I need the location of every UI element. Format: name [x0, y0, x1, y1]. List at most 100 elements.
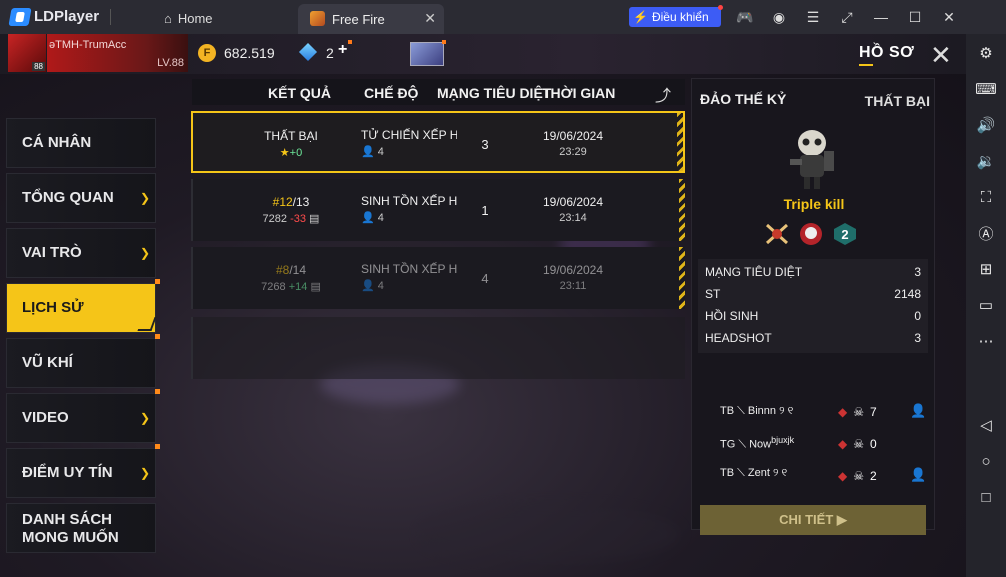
star-icon: ★ [279, 147, 290, 159]
avatar-level: 88 [32, 62, 45, 71]
match-stats: MẠNG TIÊU DIỆT 3 ST 2148 HỒI SINH 0 HEADSHO… [698, 259, 928, 353]
home-nav-icon[interactable]: ○ [975, 450, 997, 472]
match-total: /14 [289, 263, 307, 277]
menu-item-label: VAI TRÒ [22, 244, 82, 261]
close-window-icon[interactable]: ✕ [938, 6, 960, 28]
add-friend-icon[interactable]: 👤 [910, 467, 926, 483]
teammate-name[interactable]: TB ⟍ Binnn ୨ ୧ [720, 405, 793, 418]
display-icon[interactable]: ▭ [975, 294, 997, 316]
player-count: 4 [377, 280, 384, 292]
notification-dot [155, 389, 160, 394]
resize-icon[interactable]: ⤢ [836, 6, 858, 28]
stat-value: 2148 [894, 287, 921, 301]
crossed-guns-badge-icon [765, 223, 789, 245]
match-mode: SINH TỒN XẾP HẠ [361, 262, 457, 276]
player-banner[interactable]: əTMH-TrumAcc LV.88 [47, 34, 188, 72]
keyboard-icon[interactable]: ⌨ [975, 78, 997, 100]
match-time: 23:11 [559, 280, 587, 292]
tab-home-label: Home [177, 10, 213, 26]
rank-score: 7282 [262, 213, 288, 225]
control-button[interactable]: ⚡ Điều khiển [629, 5, 723, 27]
volume-up-icon[interactable]: 🔊 [975, 114, 997, 136]
teammate-name[interactable]: TG ⟍ Nowbjuxjk [720, 435, 794, 452]
control-label: Điều khiển [651, 10, 709, 24]
membership-card-icon[interactable] [410, 40, 446, 66]
notification-dot [718, 5, 723, 10]
menu-item-diem-uy-tin[interactable]: ĐIỂM UY TÍN ❯ [6, 444, 160, 498]
detail-icon: ▤ [309, 213, 320, 225]
detail-button[interactable]: CHI TIẾT ▶ [700, 505, 926, 535]
teammate-tag: TG [720, 438, 736, 451]
recent-apps-icon[interactable]: □ [975, 486, 997, 508]
menu-item-label: TỔNG QUAN [22, 189, 114, 206]
add-window-icon[interactable]: ⊞ [975, 258, 997, 280]
table-row[interactable]: THẤT BẠI ★+0 TỬ CHIẾN XẾP HẠ 👤 4 3 19/06… [191, 111, 685, 173]
teammate-nick: Now [749, 438, 772, 451]
rank-delta: +0 [289, 147, 303, 159]
app-brand: LDPlayer [34, 8, 100, 25]
more-icon[interactable]: ⋯ [975, 330, 997, 352]
avatar[interactable]: 88 [8, 34, 46, 72]
menu-item-video[interactable]: VIDEO ❯ [6, 389, 160, 443]
hazard-stripe [679, 247, 685, 309]
menu-icon[interactable]: ☰ [802, 6, 824, 28]
match-date: 19/06/2024 [542, 129, 604, 143]
match-rank: #12 [272, 195, 293, 209]
rank-icon: ◆ [838, 405, 848, 419]
menu-item-tong-quan[interactable]: TỔNG QUAN ❯ [6, 173, 156, 223]
match-time: 23:29 [559, 146, 587, 158]
teammate-name[interactable]: TB ⟍ Zent ୨ ୧ [720, 467, 787, 480]
double-kill-badge-icon: 2 [834, 223, 856, 245]
auto-icon[interactable]: Ⓐ [975, 222, 997, 244]
history-table-header: KẾT QUẢ CHẾ ĐỘ MẠNG TIÊU DIỆT THỜI GIAN … [192, 79, 685, 105]
gold-coin-icon: F [198, 44, 216, 62]
tab-home[interactable]: ⌂ Home [164, 5, 213, 31]
ldplayer-logo-icon [8, 8, 32, 26]
gamepad-icon[interactable]: 🎮 [734, 6, 756, 28]
page-title: HỒ SƠ [859, 44, 915, 66]
add-friend-icon[interactable]: 👤 [910, 403, 926, 419]
menu-item-danh-sach-mong-muon[interactable]: DANH SÁCH MONG MUỐN [6, 503, 156, 553]
screenshot-icon[interactable]: ⛶ [975, 186, 997, 208]
close-icon[interactable]: ✕ [930, 40, 952, 71]
share-icon[interactable]: ⤴ [655, 82, 677, 105]
menu-item-vu-khi[interactable]: VŨ KHÍ [6, 334, 160, 388]
menu-item-ca-nhan[interactable]: CÁ NHÂN [6, 118, 156, 168]
account-icon[interactable]: ◉ [768, 6, 790, 28]
rank-icon: ◆ [838, 469, 848, 483]
kill-count: 1 [481, 203, 489, 218]
game-screen: 88 əTMH-TrumAcc LV.88 F 682.519 2 + HỒ S… [0, 34, 966, 577]
teammate-kills: 7 [870, 405, 877, 419]
map-name: ĐẢO THẾ KỶ [700, 91, 787, 107]
stat-label: ST [705, 287, 721, 301]
skull-icon: ☠ [853, 405, 864, 419]
teammate-kills: 0 [870, 437, 877, 451]
emulator-title-bar: LDPlayer ⌂ Home Free Fire ✕ ⚡ Điều khiển… [0, 0, 1006, 34]
minimize-icon[interactable]: — [870, 6, 892, 28]
menu-item-label: LỊCH SỬ [22, 299, 84, 316]
menu-label-line-2: MONG MUỐN [22, 529, 119, 546]
back-icon[interactable]: ◁ [975, 414, 997, 436]
close-tab-icon[interactable]: ✕ [424, 10, 436, 27]
player-icon: 👤 [361, 280, 375, 292]
divider [110, 9, 111, 25]
match-date: 19/06/2024 [542, 195, 604, 209]
teammate-nick-suffix: bjuxjk [771, 435, 795, 445]
maximize-icon[interactable]: ☐ [904, 6, 926, 28]
menu-item-vai-tro[interactable]: VAI TRÒ ❯ [6, 228, 156, 278]
table-row[interactable]: #8/14 7268 +14 ▤ SINH TỒN XẾP HẠ 👤 4 4 1… [191, 247, 685, 309]
notification-dot [155, 279, 160, 284]
tab-free-fire[interactable]: Free Fire ✕ [298, 4, 444, 34]
settings-icon[interactable]: ⚙ [975, 42, 997, 64]
achievement-title: Triple kill [783, 196, 845, 212]
menu-item-label: CÁ NHÂN [22, 134, 92, 151]
skull-badge-icon [800, 223, 822, 245]
player-level: LV.88 [157, 57, 184, 69]
table-row[interactable]: #12/13 7282 -33 ▤ SINH TỒN XẾP HẠ 👤 4 1 … [191, 179, 685, 241]
volume-down-icon[interactable]: 🔉 [975, 150, 997, 172]
player-icon: 👤 [361, 212, 375, 224]
menu-item-lich-su[interactable]: LỊCH SỬ [6, 279, 160, 333]
play-arrow-icon: ▶ [836, 512, 847, 527]
notification-dot [155, 334, 160, 339]
add-diamond-button[interactable]: + [338, 41, 347, 59]
